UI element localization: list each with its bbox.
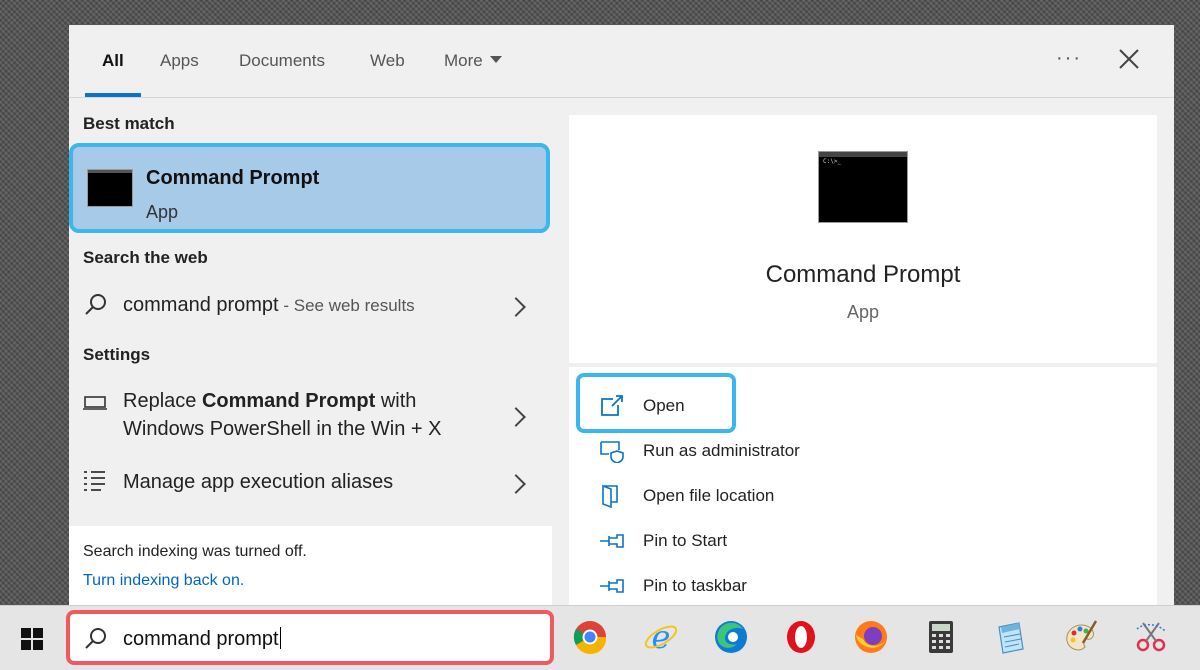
- replace-powershell-row[interactable]: Replace Command Prompt with Windows Powe…: [69, 387, 552, 445]
- folder-icon: [602, 484, 618, 508]
- search-tabbar: All Apps Documents Web More ···: [69, 25, 1174, 98]
- pin-icon: [600, 534, 624, 548]
- tab-apps[interactable]: Apps: [160, 51, 199, 71]
- command-prompt-icon: C:\>_: [818, 151, 908, 223]
- settings-heading: Settings: [83, 345, 151, 364]
- best-match-subtitle: App: [146, 202, 179, 222]
- tab-more-label: More: [444, 51, 483, 70]
- chevron-right-icon: [506, 297, 526, 317]
- chevron-down-icon: [489, 56, 502, 63]
- chevron-right-icon: [506, 474, 526, 494]
- taskbar: command prompt e: [0, 605, 1200, 670]
- list-icon: [84, 471, 105, 491]
- firefox-icon[interactable]: [853, 619, 889, 655]
- app-aliases-row[interactable]: Manage app execution aliases: [69, 466, 552, 500]
- active-tab-indicator: [85, 93, 141, 97]
- notepad-icon[interactable]: [993, 619, 1029, 655]
- replace-text-post: with: [375, 390, 417, 412]
- tab-all[interactable]: All: [102, 51, 124, 71]
- preview-subtitle: App: [846, 302, 880, 322]
- pin-to-taskbar-action[interactable]: Pin to taskbar: [599, 572, 999, 602]
- web-result-row[interactable]: command prompt - See web results: [69, 289, 552, 323]
- search-input-value: command prompt: [123, 628, 279, 650]
- text-cursor: [279, 627, 281, 649]
- open-file-location-label: Open file location: [643, 486, 775, 505]
- turn-indexing-on-link[interactable]: Turn indexing back on.: [83, 572, 244, 590]
- replace-text-bold: Command Prompt: [201, 390, 376, 412]
- pin-to-start-label: Pin to Start: [643, 531, 728, 550]
- tab-more[interactable]: More: [444, 51, 502, 71]
- tab-documents[interactable]: Documents: [239, 51, 325, 71]
- search-web-heading: Search the web: [83, 248, 208, 267]
- pin-to-taskbar-label: Pin to taskbar: [643, 576, 747, 595]
- search-window: All Apps Documents Web More ··· Best mat…: [69, 25, 1174, 605]
- web-results-suffix: - See web results: [278, 296, 415, 315]
- search-icon: [85, 294, 106, 315]
- taskbar-search-box[interactable]: command prompt: [66, 610, 554, 665]
- pin-icon: [600, 579, 624, 593]
- open-file-location-action[interactable]: Open file location: [599, 482, 999, 512]
- svg-text:e: e: [652, 619, 671, 655]
- best-match-result[interactable]: Command Prompt App: [69, 143, 550, 233]
- best-match-title: Command Prompt: [146, 167, 320, 189]
- chevron-right-icon: [506, 407, 526, 427]
- windows-start-icon[interactable]: [21, 628, 43, 650]
- run-as-admin-label: Run as administrator: [643, 441, 800, 460]
- web-query-text: command prompt: [123, 294, 279, 316]
- terminal-glyph: C:\>_: [823, 158, 842, 165]
- replace-text-pre: Replace: [123, 390, 202, 412]
- paint-icon[interactable]: [1063, 619, 1099, 655]
- opera-icon[interactable]: [783, 619, 819, 655]
- search-input[interactable]: command prompt: [123, 627, 281, 651]
- tab-web[interactable]: Web: [370, 51, 405, 71]
- command-prompt-icon: [87, 169, 133, 207]
- open-action-highlight: [576, 373, 736, 433]
- indexing-footer: Search indexing was turned off. Turn ind…: [69, 526, 552, 605]
- laptop-icon: [83, 396, 107, 410]
- preview-pane: C:\>_ Command Prompt App: [569, 115, 1157, 363]
- replace-text-line2: Windows PowerShell in the Win + X: [123, 418, 442, 440]
- snipping-tool-icon[interactable]: [1133, 619, 1169, 655]
- calculator-icon[interactable]: [923, 619, 959, 655]
- app-aliases-label: Manage app execution aliases: [123, 471, 394, 493]
- pin-to-start-action[interactable]: Pin to Start: [599, 527, 999, 557]
- indexing-notice: Search indexing was turned off.: [83, 543, 307, 560]
- preview-title: Command Prompt: [765, 261, 961, 288]
- edge-icon[interactable]: [713, 619, 749, 655]
- more-options-button[interactable]: ···: [1056, 47, 1082, 70]
- best-match-heading: Best match: [83, 114, 175, 133]
- shield-icon: [600, 441, 624, 463]
- internet-explorer-icon[interactable]: e: [643, 619, 679, 655]
- close-icon[interactable]: [1117, 47, 1141, 71]
- run-as-admin-action[interactable]: Run as administrator: [599, 437, 999, 467]
- chrome-icon[interactable]: [572, 619, 608, 655]
- search-icon: [85, 628, 106, 649]
